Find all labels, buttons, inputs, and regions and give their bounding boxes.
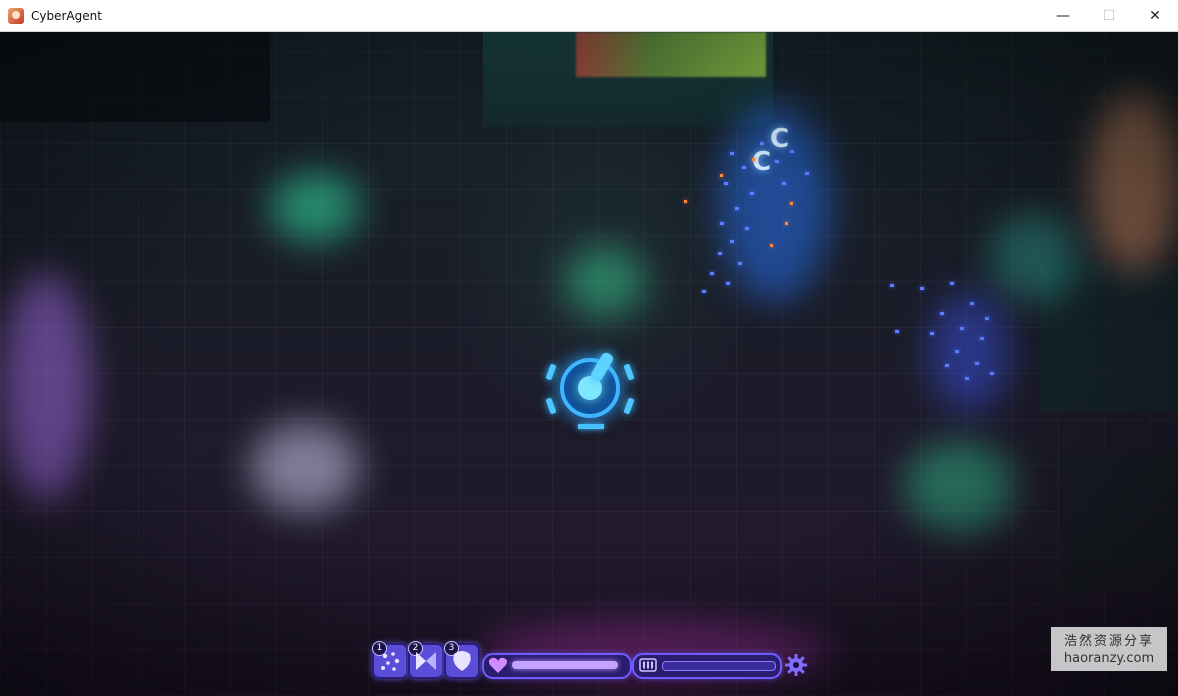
health-fill (512, 661, 618, 669)
close-button[interactable]: ✕ (1132, 0, 1178, 31)
player-agent (545, 346, 635, 430)
shadow-area (0, 32, 270, 122)
energy-bar (632, 653, 782, 679)
green-floor-light (565, 247, 645, 317)
anime-avatar-icon (8, 7, 24, 24)
scatter-shot-icon (381, 652, 400, 671)
skill-slot-2[interactable]: 2 (408, 641, 444, 679)
white-floor-light (250, 422, 360, 512)
gear-icon[interactable] (784, 653, 808, 677)
hud-bar: 1 2 3 (372, 641, 812, 681)
maximize-button[interactable]: ☐ (1086, 0, 1132, 31)
green-floor-light (270, 172, 360, 242)
crate (1060, 452, 1178, 592)
game-viewport[interactable]: C C (0, 32, 1178, 696)
shield-blob-icon (453, 651, 471, 671)
neon-sign-panel (576, 32, 766, 77)
orange-wall-light (1090, 92, 1178, 272)
enemy-swarm (880, 272, 1010, 392)
health-bar (482, 653, 632, 679)
watermark-line-1: 浩然资源分享 (1063, 634, 1154, 649)
bow-tie-icon (416, 652, 436, 670)
watermark: 浩然资源分享 haoranzy.com (1051, 627, 1167, 671)
purple-wall-light (0, 272, 90, 502)
enemy-swarm (684, 122, 830, 302)
game-window: CyberAgent — ☐ ✕ C C 1 2 3 浩然资源分享 haoran… (0, 0, 1178, 696)
window-title: CyberAgent (31, 8, 102, 23)
energy-fill (662, 661, 776, 671)
heart-icon (488, 657, 508, 673)
green-floor-light (905, 442, 1015, 532)
watermark-line-2: haoranzy.com (1063, 651, 1155, 666)
battery-icon (639, 658, 657, 672)
skill-slot-3[interactable]: 3 (444, 641, 480, 679)
title-bar: CyberAgent — ☐ ✕ (0, 0, 1178, 32)
skill-slot-1[interactable]: 1 (372, 641, 408, 679)
minimize-button[interactable]: — (1040, 0, 1086, 31)
